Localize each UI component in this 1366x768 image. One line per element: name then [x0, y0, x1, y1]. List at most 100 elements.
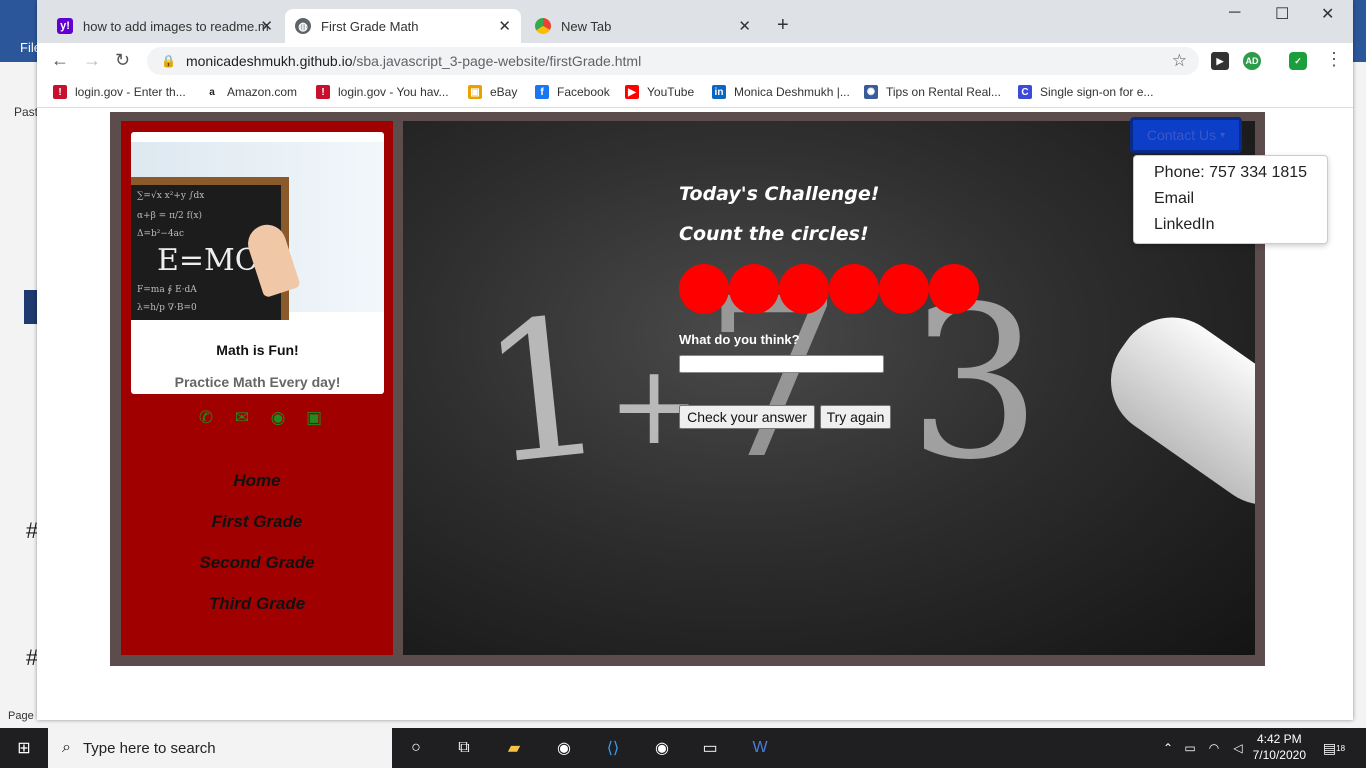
- bookmark-label: Single sign-on for e...: [1040, 85, 1154, 99]
- profile-avatar-icon[interactable]: AD: [1243, 52, 1261, 70]
- contact-dropdown: Phone: 757 334 1815 Email LinkedIn: [1133, 155, 1328, 244]
- video-extension-icon[interactable]: ▶: [1211, 52, 1229, 70]
- windows-taskbar: ⊞ ⌕ Type here to search ○ ⧉ ▰ ◉ ⟨⟩ ◉ ▭ W…: [0, 728, 1366, 768]
- reload-icon[interactable]: ↻: [115, 50, 130, 71]
- forward-arrow-icon[interactable]: →: [83, 50, 101, 71]
- bookmark-login-gov-2[interactable]: ! login.gov - You hav...: [316, 85, 449, 99]
- tab-new-tab[interactable]: New Tab ✕: [525, 9, 761, 43]
- shield-icon: !: [316, 85, 330, 99]
- battery-icon[interactable]: ▭: [1178, 736, 1202, 760]
- nav-third-grade[interactable]: Third Grade: [121, 594, 393, 635]
- taskbar-search[interactable]: ⌕ Type here to search: [48, 728, 392, 768]
- close-tab-icon[interactable]: ✕: [498, 17, 511, 35]
- bookmark-youtube[interactable]: ▶ YouTube: [625, 85, 694, 99]
- contact-us-button[interactable]: Contact Us ▾: [1130, 117, 1242, 153]
- url-path: /sba.javascript_3-page-website/firstGrad…: [352, 53, 642, 69]
- contact-email[interactable]: Email: [1154, 190, 1194, 208]
- sidebar: ∑=√x x²+y ∫dx α+β = π/2 f(x) Δ=b²−4ac E=…: [121, 121, 393, 655]
- bookmark-sso[interactable]: C Single sign-on for e...: [1018, 85, 1153, 99]
- red-circle: [779, 264, 829, 314]
- notification-count: 18: [1336, 743, 1346, 753]
- chalk-scribble: α+β = π/2 f(x): [137, 211, 203, 221]
- chalk-scribble: Δ=b²−4ac: [137, 229, 185, 239]
- tab-first-grade-math[interactable]: ◍ First Grade Math ✕: [285, 9, 521, 43]
- bookmark-facebook[interactable]: f Facebook: [535, 85, 610, 99]
- volume-icon[interactable]: ◁: [1226, 736, 1250, 760]
- address-bar[interactable]: 🔒 monicadeshmukh.github.io /sba.javascri…: [147, 47, 1199, 75]
- new-tab-button[interactable]: +: [777, 14, 789, 37]
- wifi-icon[interactable]: ◠: [1202, 736, 1226, 760]
- caret-down-icon: ▾: [1220, 129, 1226, 141]
- bookmark-rental-tips[interactable]: ✺ Tips on Rental Real...: [864, 85, 1001, 99]
- bookmark-star-icon[interactable]: ☆: [1172, 51, 1187, 71]
- contact-linkedin[interactable]: LinkedIn: [1154, 216, 1215, 234]
- phone-icon[interactable]: ✆: [195, 408, 217, 430]
- amazon-icon: a: [205, 85, 219, 99]
- answer-input[interactable]: [679, 355, 884, 373]
- word-icon[interactable]: W: [748, 736, 772, 760]
- task-view-icon[interactable]: ⧉: [452, 736, 476, 760]
- social-links: ✆ ✉ ◉ ▣: [195, 408, 325, 430]
- tray-chevron-icon[interactable]: ⌃: [1156, 736, 1180, 760]
- youtube-icon: ▶: [625, 85, 639, 99]
- bookmark-amazon[interactable]: a Amazon.com: [205, 85, 297, 99]
- chalk-one: 1: [471, 275, 616, 508]
- shield-check-icon[interactable]: ✓: [1289, 52, 1307, 70]
- emc-equation: E=MC: [157, 243, 258, 278]
- word-paste-label[interactable]: Past: [14, 105, 38, 119]
- bookmark-label: Tips on Rental Real...: [886, 85, 1001, 99]
- nav-first-grade[interactable]: First Grade: [121, 512, 393, 553]
- menu-kebab-icon[interactable]: ⋮: [1325, 49, 1343, 70]
- nav-home[interactable]: Home: [121, 471, 393, 512]
- cortana-icon[interactable]: ○: [404, 736, 428, 760]
- chrome-taskbar-icon[interactable]: ◉: [552, 736, 576, 760]
- bookmark-label: Amazon.com: [227, 85, 298, 99]
- tab-readme[interactable]: y! how to add images to readme.m ✕: [47, 9, 283, 43]
- tab-strip: y! how to add images to readme.m ✕ ◍ Fir…: [37, 0, 1353, 43]
- back-arrow-icon[interactable]: ←: [51, 50, 69, 71]
- clock-date: 7/10/2020: [1252, 748, 1306, 762]
- facebook-icon: f: [535, 85, 549, 99]
- close-tab-icon[interactable]: ✕: [738, 17, 751, 35]
- terminal-icon[interactable]: ▭: [698, 736, 722, 760]
- challenge-title: Today's Challenge!: [679, 183, 880, 205]
- close-tab-icon[interactable]: ✕: [260, 17, 273, 35]
- red-circle: [879, 264, 929, 314]
- browser-window: y! how to add images to readme.m ✕ ◍ Fir…: [37, 0, 1353, 720]
- minimize-icon[interactable]: ─: [1229, 4, 1240, 22]
- taskbar-clock[interactable]: 4:42 PM 7/10/2020: [1253, 731, 1306, 763]
- chrome-taskbar-icon-2[interactable]: ◉: [650, 736, 674, 760]
- bookmark-label: login.gov - Enter th...: [75, 85, 186, 99]
- url-host: monicadeshmukh.github.io: [185, 53, 353, 69]
- yahoo-icon: y!: [57, 18, 73, 34]
- vscode-icon[interactable]: ⟨⟩: [601, 736, 625, 760]
- check-answer-button[interactable]: Check your answer: [679, 405, 815, 429]
- bookmark-ebay[interactable]: ▣ eBay: [468, 85, 517, 99]
- bookmark-label: YouTube: [647, 85, 695, 99]
- contact-phone[interactable]: Phone: 757 334 1815: [1154, 164, 1307, 182]
- chalk-scribble: λ=h/p ∇·B=0: [137, 303, 197, 313]
- file-explorer-icon[interactable]: ▰: [502, 736, 526, 760]
- linkedin-icon[interactable]: ▣: [303, 408, 325, 430]
- bookmark-linkedin[interactable]: in Monica Deshmukh |...: [712, 85, 850, 99]
- github-icon[interactable]: ◉: [267, 408, 289, 430]
- close-window-icon[interactable]: ✕: [1321, 4, 1334, 24]
- chrome-icon: [535, 18, 551, 34]
- nav-second-grade[interactable]: Second Grade: [121, 553, 393, 594]
- maximize-icon[interactable]: ☐: [1275, 4, 1289, 24]
- card-title: Math is Fun!: [216, 342, 299, 358]
- envelope-icon[interactable]: ✉: [231, 408, 253, 430]
- notification-icon[interactable]: ▤ 18: [1322, 736, 1346, 760]
- red-circle: [679, 264, 729, 314]
- try-again-button[interactable]: Try again: [820, 405, 891, 429]
- word-sidebar-marker: [24, 290, 38, 324]
- windows-start-icon[interactable]: ⊞: [12, 736, 36, 760]
- blackboard-photo: ∑=√x x²+y ∫dx α+β = π/2 f(x) Δ=b²−4ac E=…: [131, 142, 384, 320]
- bookmark-login-gov[interactable]: ! login.gov - Enter th...: [53, 85, 186, 99]
- chalk-scribble: F=ma ∮ E·dA: [137, 285, 197, 295]
- shield-icon: !: [53, 85, 67, 99]
- bookmark-label: Monica Deshmukh |...: [734, 85, 850, 99]
- clock-time: 4:42 PM: [1256, 732, 1302, 746]
- chalkboard-area: 1 + 7 3 Today's Challenge! Count the cir…: [403, 121, 1255, 655]
- red-circle: [829, 264, 879, 314]
